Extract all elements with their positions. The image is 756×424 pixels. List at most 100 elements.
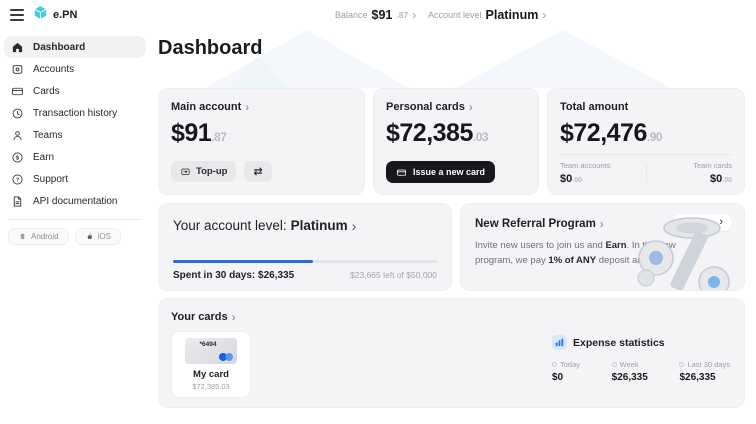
personal-cards-card: Personal cards › $72,385.03 Issue a new … — [373, 88, 539, 195]
stat-today: Today $0 — [552, 360, 580, 383]
account-level-title-value: Platinum — [291, 218, 348, 233]
sidebar-item-label: Earn — [33, 152, 54, 163]
percent-coins-image — [630, 212, 742, 291]
card-network-icon — [219, 353, 233, 361]
account-level-card: Your account level: Platinum › Spent in … — [158, 203, 452, 291]
total-amount-title: Total amount — [560, 101, 732, 113]
sidebar-item-api-documentation[interactable]: API documentation — [4, 190, 146, 212]
spend-summary: Spent in 30 days: $26,335 $23,665 left o… — [173, 270, 437, 281]
sidebar-item-label: API documentation — [33, 196, 118, 207]
sidebar-item-cards[interactable]: Cards — [4, 80, 146, 102]
expense-statistics-title: Expense statistics — [573, 337, 665, 349]
sidebar-item-teams[interactable]: Teams — [4, 124, 146, 146]
my-card-tile[interactable]: *6494 My card $72,385.03 — [171, 331, 251, 398]
card-icon — [11, 85, 24, 98]
svg-text:$: $ — [16, 155, 19, 161]
exchange-icon: ⇄ — [253, 165, 262, 178]
people-icon — [11, 129, 24, 142]
background-triangle — [228, 56, 288, 88]
top-header: e.PN Balance $91 .87 › Account level Pla… — [0, 0, 756, 30]
vertical-divider — [646, 163, 647, 183]
menu-icon[interactable] — [10, 9, 24, 21]
header-account-level[interactable]: Account level Platinum › — [428, 0, 546, 30]
sidebar: Dashboard Accounts Cards Transaction his… — [0, 30, 150, 424]
expense-statistics: Expense statistics Today $0 Week $26,335… — [552, 335, 730, 383]
app-badges: Android iOS — [0, 220, 150, 245]
svg-text:?: ? — [16, 177, 19, 183]
account-level-link[interactable]: Your account level: Platinum › — [173, 218, 437, 233]
sidebar-item-label: Transaction history — [33, 108, 117, 119]
chevron-right-icon: › — [542, 9, 546, 21]
sidebar-item-label: Cards — [33, 86, 60, 97]
sidebar-item-label: Dashboard — [33, 42, 85, 53]
issue-new-card-label: Issue a new card — [413, 167, 485, 177]
stat-week: Week $26,335 — [612, 360, 648, 383]
sidebar-item-transaction-history[interactable]: Transaction history — [4, 102, 146, 124]
document-icon — [11, 195, 24, 208]
sidebar-item-label: Support — [33, 174, 68, 185]
referral-title: New Referral Program — [475, 218, 596, 230]
top-up-button[interactable]: Top-up — [171, 161, 236, 182]
balance-label: Balance — [335, 10, 368, 20]
info-icon — [612, 362, 617, 367]
sidebar-item-dashboard[interactable]: Dashboard — [4, 36, 146, 58]
info-icon — [552, 362, 557, 367]
your-cards-link[interactable]: Your cards › — [171, 311, 732, 323]
logo-text: e.PN — [53, 9, 77, 21]
main-account-title: Main account — [171, 101, 241, 113]
home-icon — [11, 41, 24, 54]
android-label: Android — [31, 232, 59, 241]
team-stats: Team accounts $0.00 Team cards $0.00 — [560, 154, 732, 185]
progress-fill — [173, 260, 313, 263]
main-content: Dashboard Main account › $91.87 Top-up — [150, 30, 756, 424]
main-account-amount: $91.87 — [171, 119, 352, 148]
logo[interactable]: e.PN — [32, 4, 77, 26]
your-cards-row: Your cards › *6494 My card $72,385.03 — [158, 298, 745, 408]
ios-badge[interactable]: iOS — [75, 228, 121, 245]
chevron-right-icon: › — [469, 101, 473, 113]
total-amount-card: Total amount $72,476.90 Team accounts $0… — [547, 88, 745, 195]
info-icon — [679, 362, 684, 367]
personal-cards-title: Personal cards — [386, 101, 465, 113]
sidebar-item-accounts[interactable]: Accounts — [4, 58, 146, 80]
balance-cents: .87 — [396, 10, 408, 20]
your-cards-card: Your cards › *6494 My card $72,385.03 — [158, 298, 745, 408]
top-up-label: Top-up — [196, 166, 227, 177]
main-account-card: Main account › $91.87 Top-up ⇄ — [158, 88, 365, 195]
card-balance: $72,385.03 — [172, 382, 250, 391]
chevron-right-icon: › — [232, 311, 236, 323]
main-account-link[interactable]: Main account › — [171, 101, 352, 113]
apple-icon — [85, 232, 94, 241]
team-accounts-stat: Team accounts $0.00 — [560, 161, 620, 185]
total-amount-value: $72,476.90 — [560, 119, 732, 148]
chevron-right-icon: › — [600, 218, 604, 230]
ios-label: iOS — [98, 232, 111, 241]
sidebar-item-label: Accounts — [33, 64, 74, 75]
your-cards-title: Your cards — [171, 311, 228, 323]
mini-card-image: *6494 — [185, 338, 237, 364]
header-balance[interactable]: Balance $91 .87 › — [335, 0, 416, 30]
second-row: Your account level: Platinum › Spent in … — [158, 203, 745, 291]
remaining-text: $23,665 left of $50,000 — [350, 270, 437, 280]
account-level-label: Account level — [428, 10, 482, 20]
balance-amount: $91 — [372, 8, 393, 22]
account-level-value: Platinum — [486, 8, 539, 22]
spend-progress-bar — [173, 260, 437, 263]
sidebar-item-support[interactable]: ? Support — [4, 168, 146, 190]
stat-last-30-days: Last 30 days $26,335 — [679, 360, 730, 383]
app-window: e.PN Balance $91 .87 › Account level Pla… — [0, 0, 756, 424]
android-badge[interactable]: Android — [8, 228, 69, 245]
issue-new-card-button[interactable]: Issue a new card — [386, 161, 495, 183]
exchange-button[interactable]: ⇄ — [244, 161, 271, 182]
question-circle-icon: ? — [11, 173, 24, 186]
chevron-right-icon: › — [352, 219, 357, 233]
accounts-icon — [11, 63, 24, 76]
spent-text: Spent in 30 days: $26,335 — [173, 270, 294, 281]
personal-cards-link[interactable]: Personal cards › — [386, 101, 526, 113]
sidebar-item-label: Teams — [33, 130, 62, 141]
page-title: Dashboard — [158, 37, 262, 60]
android-icon — [18, 232, 27, 241]
card-number-masked: *6494 — [185, 341, 231, 348]
account-level-title-label: Your account level: — [173, 218, 287, 233]
sidebar-item-earn[interactable]: $ Earn — [4, 146, 146, 168]
